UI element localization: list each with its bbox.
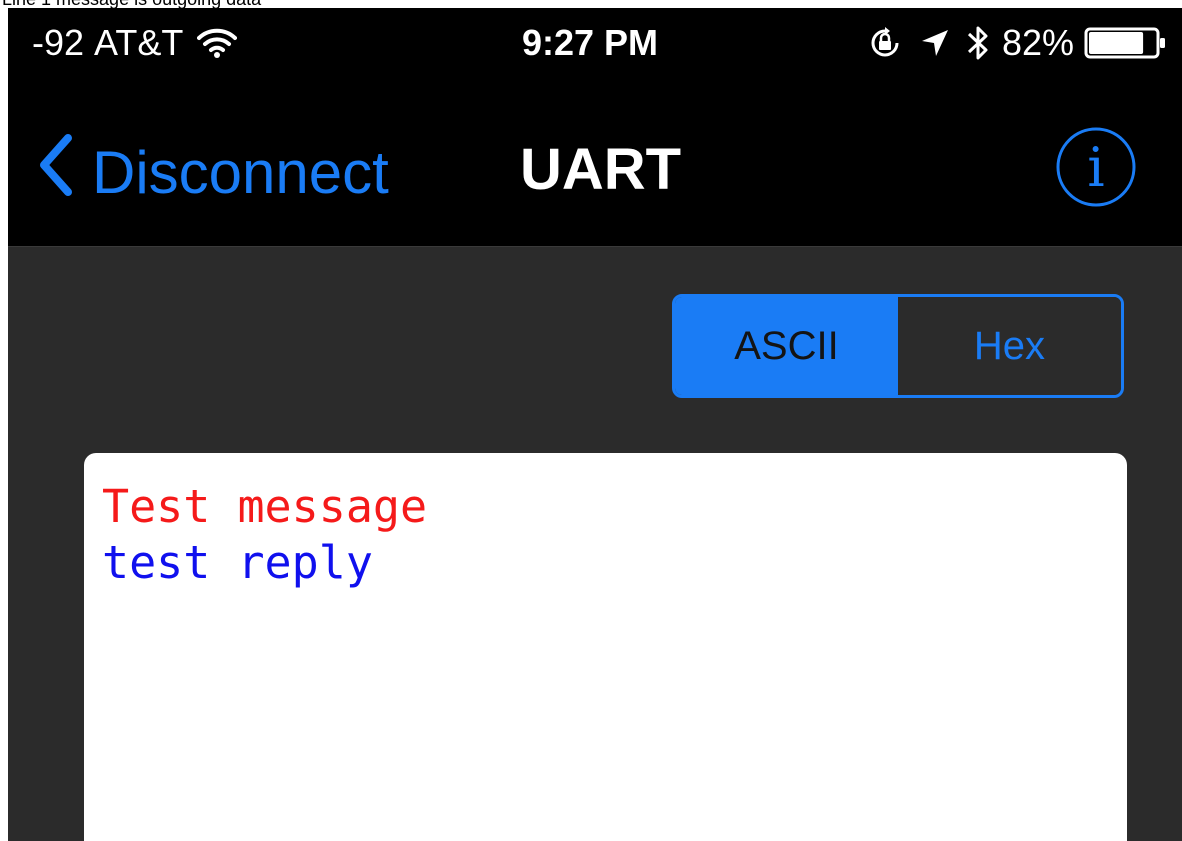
status-right: 82% (868, 22, 1168, 64)
encoding-segmented-control: ASCII Hex (672, 294, 1124, 398)
incoming-message-line: test reply (102, 536, 373, 589)
bluetooth-icon (966, 24, 990, 62)
battery-fill (1089, 32, 1144, 54)
navigation-bar: Disconnect UART i (8, 84, 1182, 247)
battery-percent: 82% (1001, 22, 1074, 63)
info-button[interactable]: i (1055, 126, 1137, 208)
page-title: UART (520, 137, 682, 202)
back-button-label: Disconnect (92, 138, 389, 206)
battery-icon (1084, 26, 1168, 60)
segment-hex[interactable]: Hex (898, 297, 1121, 395)
info-icon-glyph: i (1087, 136, 1104, 199)
outgoing-message-line: Test message (102, 480, 428, 533)
disconnect-back-button[interactable]: Disconnect (38, 134, 389, 210)
info-icon: i (1056, 127, 1136, 207)
top-caption: Line 1 message is outgoing data (0, 0, 1182, 8)
caption-text: Line 1 message is outgoing data (2, 0, 261, 8)
status-bar: -92 AT&T 9:27 PM 82% (8, 8, 1182, 84)
segment-ascii[interactable]: ASCII (675, 297, 898, 395)
console-text-view[interactable]: Test message test reply (84, 453, 1127, 841)
chevron-left-icon (38, 134, 74, 210)
phone-screen: -92 AT&T 9:27 PM 82% Disconnect UART i A… (8, 8, 1182, 841)
location-arrow-icon (920, 28, 950, 58)
screenshot-page: Line 1 message is outgoing data -92 AT&T… (0, 0, 1182, 841)
rotation-lock-icon (868, 26, 902, 60)
